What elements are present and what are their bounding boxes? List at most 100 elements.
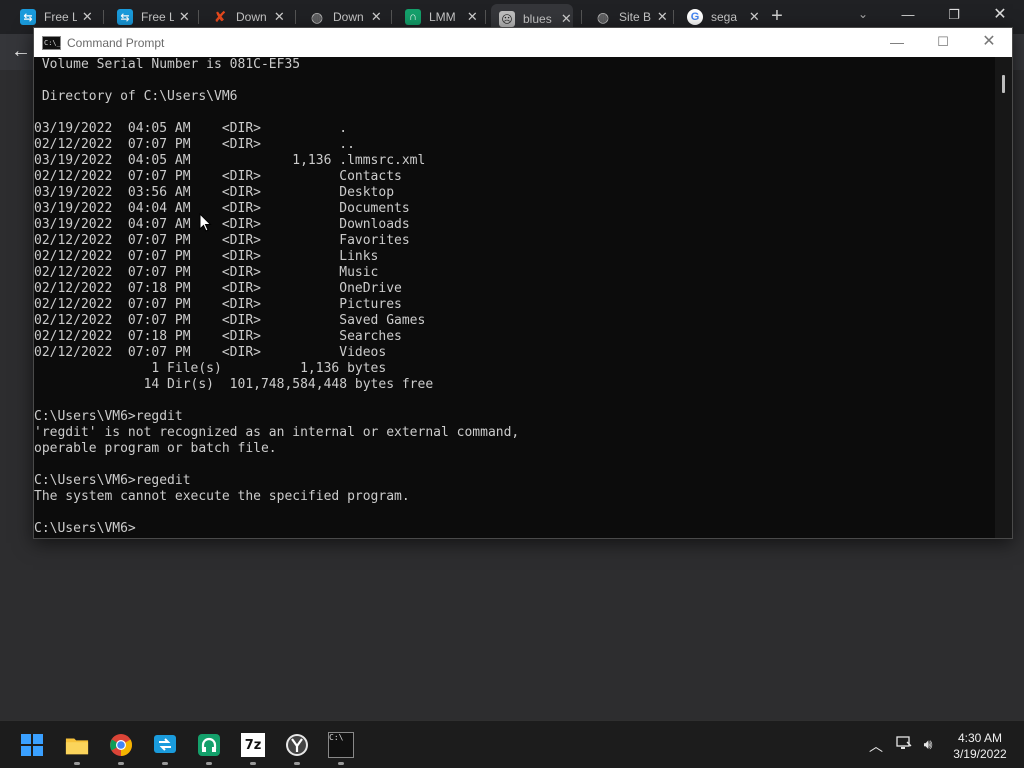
windows-logo-icon xyxy=(20,733,44,757)
running-indicator xyxy=(118,762,124,765)
cmd-console-output[interactable]: Volume Serial Number is 081C-EF35 Direct… xyxy=(34,57,994,538)
browser-minimize-button[interactable]: — xyxy=(888,4,928,28)
console-line: 03/19/2022 04:04 AM <DIR> Documents xyxy=(34,201,410,216)
tab-separator xyxy=(198,10,199,24)
taskbar-app-lmms[interactable] xyxy=(196,732,222,758)
tab-close-icon[interactable]: ✕ xyxy=(748,9,761,25)
back-arrow-icon[interactable]: ← xyxy=(8,40,34,64)
browser-tab[interactable]: ∩ LMM ✕ xyxy=(397,5,479,29)
console-line: C:\Users\VM6>regedit xyxy=(34,473,191,488)
cmd-titlebar[interactable]: C:\_ Command Prompt — ☐ ✕ xyxy=(34,28,1012,57)
start-button[interactable] xyxy=(19,732,45,758)
taskbar-app-app-yandex[interactable] xyxy=(284,732,310,758)
console-line: Directory of C:\Users\VM6 xyxy=(34,89,238,104)
headphones-icon xyxy=(197,733,221,757)
mouse-pointer-icon xyxy=(199,213,212,232)
taskbar-app-7zip[interactable]: 7z xyxy=(240,732,266,758)
console-line: 02/12/2022 07:07 PM <DIR> Links xyxy=(34,249,379,264)
taskbar-app-file-explorer[interactable] xyxy=(64,732,90,758)
tab-close-icon[interactable]: ✕ xyxy=(560,11,573,27)
console-line: 03/19/2022 04:05 AM 1,136 .lmmsrc.xml xyxy=(34,153,426,168)
volume-icon[interactable]: 🔊︎ xyxy=(918,736,938,753)
console-line: 02/12/2022 07:18 PM <DIR> OneDrive xyxy=(34,281,402,296)
tab-separator xyxy=(581,10,582,24)
taskbar: ︿ 🔊︎ 4:30 AM 3/19/2022 7z C:\ xyxy=(0,720,1024,768)
browser-tab[interactable]: ✘ Down ✕ xyxy=(204,5,286,29)
tab-label: Down xyxy=(236,10,267,24)
show-hidden-icons-chevron-icon[interactable]: ︿ xyxy=(866,736,886,756)
console-line: 03/19/2022 04:05 AM <DIR> . xyxy=(34,121,348,136)
console-line: 03/19/2022 04:07 AM <DIR> Downloads xyxy=(34,217,410,232)
console-line: C:\Users\VM6> xyxy=(34,521,136,536)
cmd-minimize-button[interactable]: — xyxy=(874,28,920,57)
running-indicator xyxy=(338,762,344,765)
console-line: 02/12/2022 07:07 PM <DIR> .. xyxy=(34,137,355,152)
console-line: operable program or batch file. xyxy=(34,441,277,456)
cmd-window-title: Command Prompt xyxy=(67,35,165,50)
terminal-icon: C:\ xyxy=(328,732,354,758)
system-clock[interactable]: 4:30 AM 3/19/2022 xyxy=(944,730,1016,762)
console-line: 02/12/2022 07:07 PM <DIR> Music xyxy=(34,265,379,280)
tab-close-icon[interactable]: ✕ xyxy=(370,9,383,25)
y-badge-icon xyxy=(285,733,309,757)
tab-separator xyxy=(103,10,104,24)
tab-label: sega xyxy=(711,10,738,24)
browser-close-button[interactable]: ✕ xyxy=(980,4,1020,28)
cmd-close-button[interactable]: ✕ xyxy=(966,28,1012,57)
globe-icon: ◍ xyxy=(596,8,610,25)
tab-label: Free L xyxy=(141,10,174,24)
new-tab-button[interactable]: + xyxy=(766,6,788,28)
taskbar-app-chrome[interactable] xyxy=(108,732,134,758)
chrome-icon xyxy=(109,733,133,757)
taskbar-app-command-prompt[interactable]: C:\ xyxy=(328,732,354,758)
tab-close-icon[interactable]: ✕ xyxy=(466,9,479,25)
console-line: 03/19/2022 03:56 AM <DIR> Desktop xyxy=(34,185,395,200)
browser-tab[interactable]: ⇆ Free L ✕ xyxy=(12,5,94,29)
browser-tab[interactable]: Gsega ✕ xyxy=(679,5,761,29)
console-line: 02/12/2022 07:18 PM <DIR> Searches xyxy=(34,329,402,344)
tab-close-icon[interactable]: ✕ xyxy=(178,9,191,25)
globe-icon: ◍ xyxy=(310,8,324,25)
tab-label: blues xyxy=(523,12,552,26)
cmd-maximize-button[interactable]: ☐ xyxy=(920,28,966,57)
console-line: 'regdit' is not recognized as an interna… xyxy=(34,425,520,440)
tab-search-chevron-icon[interactable]: ⌄ xyxy=(855,7,871,23)
tab-separator xyxy=(391,10,392,24)
network-icon[interactable] xyxy=(894,736,914,753)
browser-tab[interactable]: ◍ Site B ✕ xyxy=(587,5,669,29)
running-indicator xyxy=(206,762,212,765)
remote-desktop-icon: ⇆ xyxy=(20,9,36,25)
browser-tab[interactable]: ◍ Down ✕ xyxy=(301,5,383,29)
tab-close-icon[interactable]: ✕ xyxy=(656,9,669,25)
remote-desktop-icon xyxy=(153,733,177,757)
tab-separator xyxy=(673,10,674,24)
cmd-scrollbar[interactable] xyxy=(995,57,1012,538)
x-logo-icon: ✘ xyxy=(213,9,227,26)
console-line: 02/12/2022 07:07 PM <DIR> Saved Games xyxy=(34,313,426,328)
browser-restore-button[interactable]: ❐ xyxy=(934,4,974,28)
tab-label: LMM xyxy=(429,10,456,24)
running-indicator xyxy=(294,762,300,765)
console-line: 14 Dir(s) 101,748,584,448 bytes free xyxy=(34,377,434,392)
taskbar-app-remote-desktop[interactable] xyxy=(152,732,178,758)
console-line: C:\Users\VM6>regdit xyxy=(34,409,183,424)
running-indicator xyxy=(250,762,256,765)
google-icon: G xyxy=(687,9,703,25)
tab-close-icon[interactable]: ✕ xyxy=(81,9,94,25)
command-prompt-window[interactable]: C:\_ Command Prompt — ☐ ✕ Volume Serial … xyxy=(33,27,1013,539)
cmd-scroll-thumb[interactable] xyxy=(1002,75,1005,93)
tab-close-icon[interactable]: ✕ xyxy=(273,9,286,25)
tab-label: Site B xyxy=(619,10,652,24)
browser-tab[interactable]: ⇆ Free L ✕ xyxy=(109,5,191,29)
headphones-icon: ∩ xyxy=(405,9,421,25)
clock-date: 3/19/2022 xyxy=(953,747,1007,761)
desktop: + ⌄ — ❐ ✕ ⇆ Free L ✕ ⇆ Free L ✕ ✘ Down ✕ ◍ Down ✕ ∩ L… xyxy=(0,0,1024,768)
console-line: 1 File(s) 1,136 bytes xyxy=(34,361,387,376)
folder-icon xyxy=(65,733,89,757)
tab-separator xyxy=(295,10,296,24)
console-line: 02/12/2022 07:07 PM <DIR> Contacts xyxy=(34,169,402,184)
